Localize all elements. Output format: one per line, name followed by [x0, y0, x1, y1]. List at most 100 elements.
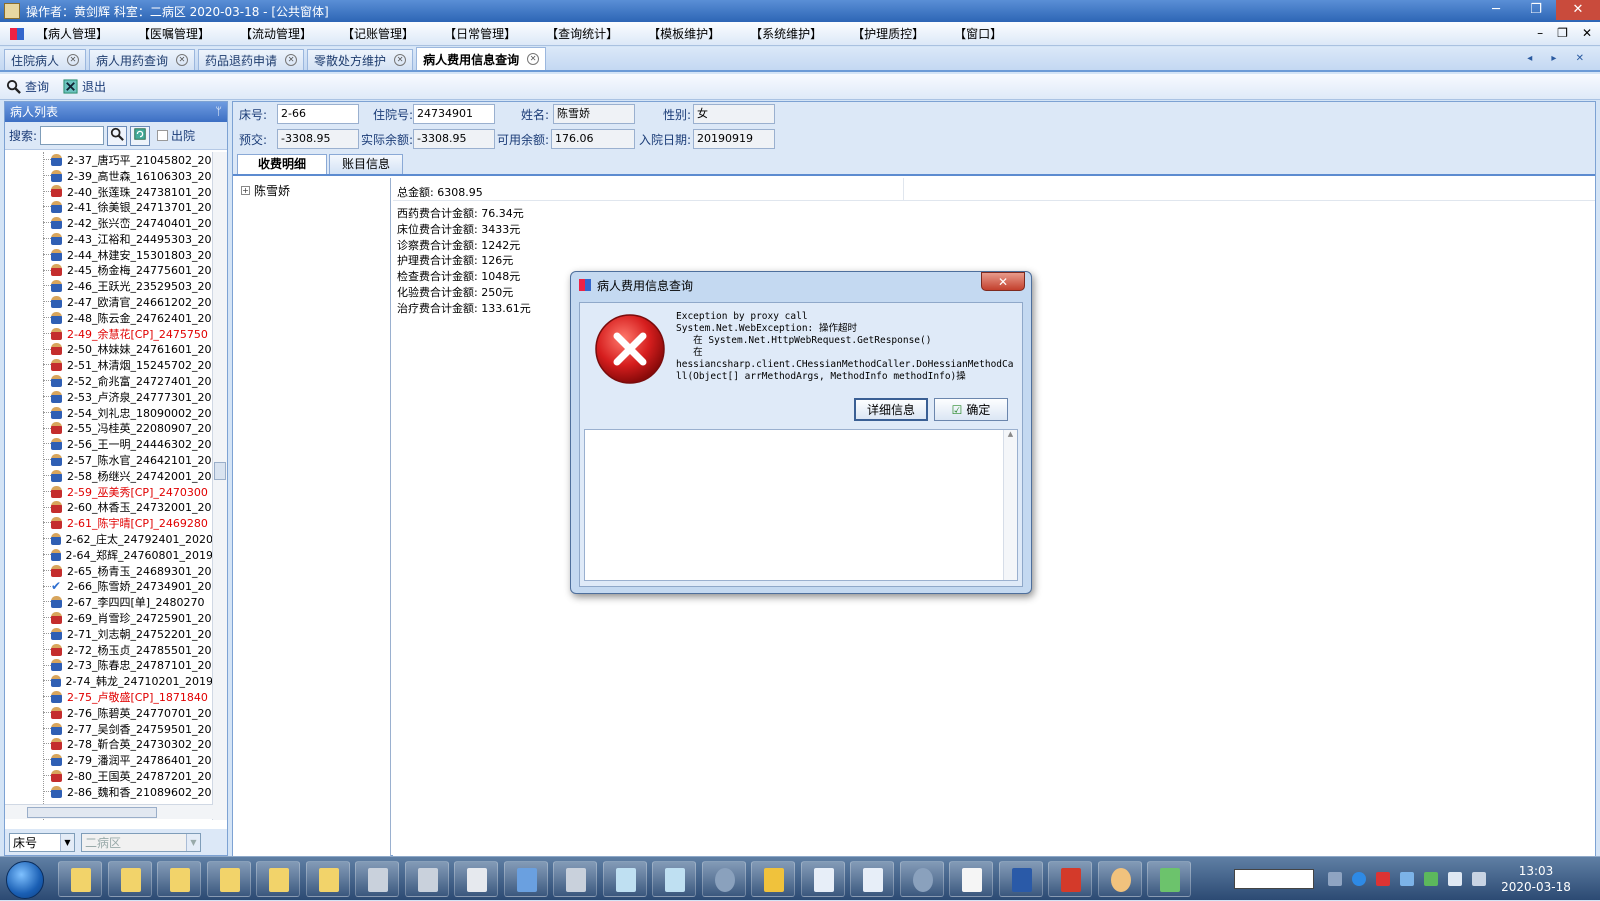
taskbar-folder-icon[interactable]: [256, 861, 300, 897]
patient-row[interactable]: 2-76_陈碧英_24770701_20: [5, 705, 213, 721]
menu-template[interactable]: 【模板维护】: [648, 25, 720, 42]
patient-row[interactable]: 2-49_余慧花[CP]_2475750: [5, 326, 213, 342]
tab-prescription[interactable]: 零散处方维护 ✕: [307, 49, 414, 70]
mdi-restore-button[interactable]: ❐: [1557, 26, 1568, 40]
search-icon[interactable]: [1352, 872, 1366, 886]
menu-patient-mgmt[interactable]: 【病人管理】: [36, 25, 108, 42]
patient-row[interactable]: 2-73_陈春忠_24787101_20: [5, 658, 213, 674]
menu-query-stats[interactable]: 【查询统计】: [546, 25, 618, 42]
patient-row[interactable]: 2-71_刘志朝_24752201_20: [5, 626, 213, 642]
taskbar-folder-icon[interactable]: [58, 861, 102, 897]
tab-drug-return[interactable]: 药品退药申请 ✕: [198, 49, 305, 70]
close-button[interactable]: ✕: [1556, 0, 1600, 20]
taskbar-note-icon[interactable]: [652, 861, 696, 897]
tab-close-icon[interactable]: ✕: [176, 54, 189, 66]
tab-fee-query[interactable]: 病人费用信息查询 ✕: [416, 47, 547, 70]
sort-select[interactable]: 床号 ▼: [9, 832, 75, 852]
taskbar-sql-search-icon[interactable]: [998, 861, 1043, 897]
tab-fee-details[interactable]: 收费明细: [237, 154, 328, 174]
patient-row[interactable]: 2-65_杨青玉_24689301_20: [5, 563, 213, 579]
maximize-button[interactable]: ❐: [1516, 0, 1556, 20]
refresh-button[interactable]: [130, 125, 151, 146]
pin-icon[interactable]: ᛘ: [215, 102, 222, 122]
menu-daily-mgmt[interactable]: 【日常管理】: [444, 25, 516, 42]
patient-row[interactable]: 2-62_庄太_24792401_2020: [5, 531, 213, 547]
patient-row[interactable]: 2-53_卢济泉_24777301_20: [5, 389, 213, 405]
patient-row[interactable]: 2-54_刘礼忠_18090002_20: [5, 405, 213, 421]
keyboard-icon[interactable]: [1328, 872, 1342, 886]
patient-row[interactable]: 2-77_吴剑香_24759501_20: [5, 721, 213, 737]
patient-row[interactable]: 2-72_杨玉贞_24785501_20: [5, 642, 213, 658]
patient-row[interactable]: 2-61_陈宇晴[CP]_2469280: [5, 515, 213, 531]
mdi-close-button[interactable]: ✕: [1582, 26, 1592, 40]
security-icon[interactable]: [1376, 872, 1390, 886]
tab-close-icon[interactable]: ✕: [394, 54, 407, 66]
search-button[interactable]: [107, 125, 128, 146]
taskbar-drive-icon[interactable]: [355, 861, 399, 897]
patient-row[interactable]: 2-67_李四四[单]_2480270: [5, 594, 213, 610]
taskbar-folder-icon[interactable]: [305, 861, 350, 897]
dialog-close-button[interactable]: ✕: [981, 272, 1025, 291]
menu-nursing-qc[interactable]: 【护理质控】: [852, 25, 924, 42]
taskbar-printer-icon[interactable]: [454, 861, 498, 897]
tab-close-icon[interactable]: ✕: [67, 54, 80, 66]
menu-app-icon[interactable]: [10, 27, 24, 40]
patient-row[interactable]: 2-58_杨继兴_24742001_20: [5, 468, 213, 484]
patient-row[interactable]: 2-80_王国英_24787201_20: [5, 768, 213, 784]
tab-account-info[interactable]: 账目信息: [329, 154, 404, 174]
patient-row[interactable]: 2-51_林清烟_15245702_20: [5, 357, 213, 373]
menu-order-mgmt[interactable]: 【医嘱管理】: [138, 25, 210, 42]
patient-row[interactable]: 2-46_王跃光_23529503_20: [5, 278, 213, 294]
patient-row[interactable]: 2-47_欧清官_24661202_20: [5, 294, 213, 310]
menu-flow-mgmt[interactable]: 【流动管理】: [240, 25, 312, 42]
scroll-thumb[interactable]: [27, 807, 157, 818]
minimize-button[interactable]: ─: [1476, 0, 1516, 20]
patient-row[interactable]: 2-55_冯桂英_22080907_20: [5, 421, 213, 437]
taskbar-drive-icon[interactable]: [404, 861, 449, 897]
details-button[interactable]: 详细信息: [854, 398, 928, 421]
patient-row[interactable]: 2-43_江裕和_24495303_20: [5, 231, 213, 247]
menu-system[interactable]: 【系统维护】: [750, 25, 822, 42]
patient-row[interactable]: 2-40_张莲珠_24738101_20: [5, 184, 213, 200]
taskbar-network-icon[interactable]: [1147, 861, 1191, 897]
tab-close-icon[interactable]: ✕: [285, 54, 298, 66]
patient-row[interactable]: 2-50_林妹妹_24761601_20: [5, 342, 213, 358]
query-button[interactable]: 查询: [6, 78, 49, 95]
patient-row[interactable]: 2-56_王一明_24446302_20: [5, 436, 213, 452]
patient-row[interactable]: 2-75_卢敬盛[CP]_1871840: [5, 689, 213, 705]
patient-row[interactable]: 2-74_韩龙_24710201_2019: [5, 673, 213, 689]
volume-muted-icon[interactable]: [1472, 872, 1486, 886]
tab-medication-query[interactable]: 病人用药查询 ✕: [89, 49, 196, 70]
taskbar-sql-icon[interactable]: [751, 861, 795, 897]
tab-close-icon[interactable]: ✕: [527, 53, 540, 65]
patient-row[interactable]: 2-45_杨金梅_24775601_20: [5, 263, 213, 279]
taskbar-paint-icon[interactable]: [1097, 861, 1142, 897]
taskbar-folder-icon[interactable]: [157, 861, 201, 897]
patient-list-hscrollbar[interactable]: [5, 804, 213, 819]
taskbar-word-icon[interactable]: [800, 861, 845, 897]
expand-icon[interactable]: +: [241, 186, 250, 195]
patient-row[interactable]: 2-57_陈水官_24642101_20: [5, 452, 213, 468]
flag-icon[interactable]: [1448, 872, 1462, 886]
patient-row[interactable]: 2-59_巫美秀[CP]_2470300: [5, 484, 213, 500]
network-icon[interactable]: [1400, 872, 1414, 886]
tab-inpatients[interactable]: 住院病人 ✕: [4, 49, 87, 70]
exit-button[interactable]: 退出: [63, 78, 106, 95]
patient-row[interactable]: 2-78_靳合英_24730302_20: [5, 736, 213, 752]
ok-button[interactable]: ☑ 确定: [934, 398, 1008, 421]
scroll-thumb[interactable]: [214, 462, 226, 480]
patient-row[interactable]: 2-69_肖雪珍_24725901_20: [5, 610, 213, 626]
taskbar-word-icon[interactable]: [850, 861, 894, 897]
patient-row[interactable]: 2-37_唐巧平_21045802_20: [5, 152, 213, 168]
taskbar-app-red-icon[interactable]: [1048, 861, 1092, 897]
taskbar-folder-icon[interactable]: [206, 861, 251, 897]
search-input[interactable]: [40, 126, 105, 145]
patient-row[interactable]: 2-64_郑辉_24760801_2019: [5, 547, 213, 563]
patient-row[interactable]: 2-86_魏和香_21089602_20: [5, 784, 213, 800]
bed-field[interactable]: 2-66: [277, 104, 359, 124]
taskbar-note-icon[interactable]: [602, 861, 647, 897]
taskbar-input[interactable]: [1234, 869, 1314, 889]
taskbar-compass-icon[interactable]: [701, 861, 746, 897]
patient-row[interactable]: 2-52_俞兆富_24727401_20: [5, 373, 213, 389]
discharged-checkbox[interactable]: [157, 130, 169, 141]
